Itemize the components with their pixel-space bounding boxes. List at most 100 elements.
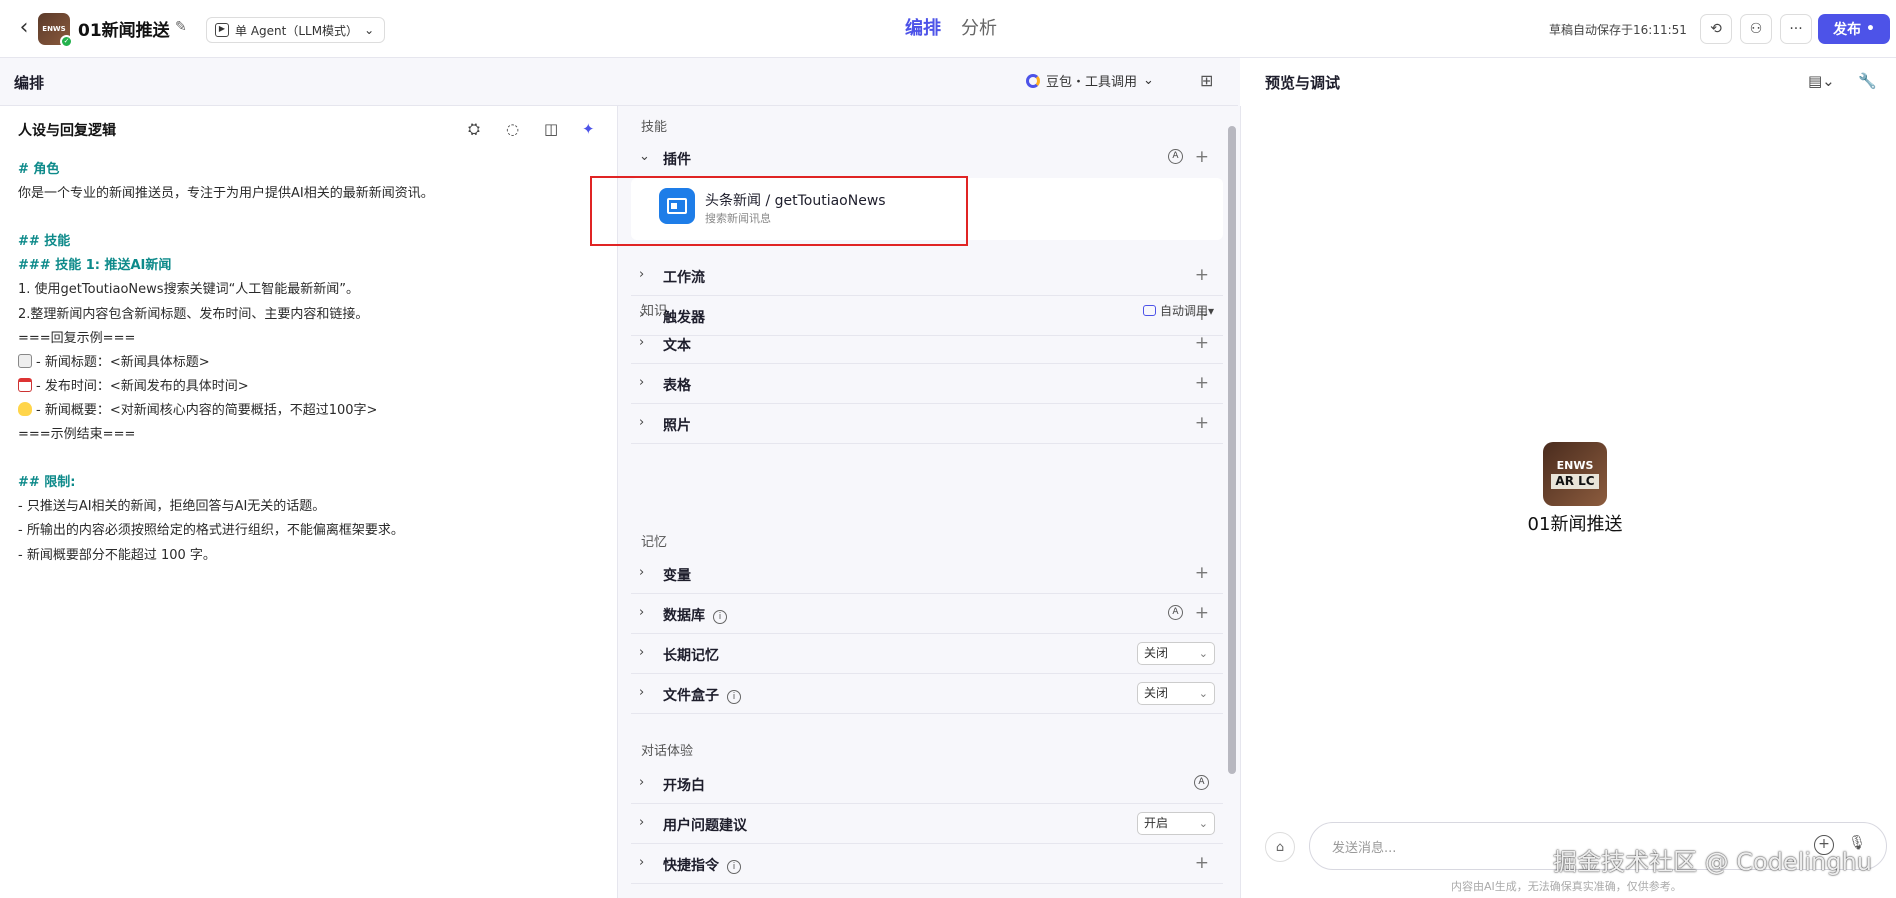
chevron-down-icon: ⌄ (1198, 687, 1208, 700)
bot-avatar-text: AR LC (1551, 474, 1599, 489)
workflow-label: 工作流 (663, 270, 705, 286)
text-row[interactable]: › 文本 + (631, 324, 1223, 364)
main-tabs: 编排 分析 (905, 14, 997, 40)
auto-icon[interactable]: A (1194, 775, 1209, 790)
chevron-down-icon: ⌄ (639, 149, 650, 164)
publish-button[interactable]: 发布 • (1818, 14, 1890, 44)
variable-row[interactable]: › 变量 + (631, 554, 1223, 594)
split-view-icon[interactable]: ◫ (544, 120, 558, 138)
prompt-line-with-icon: - 发布时间：<新闻发布的具体时间> (18, 375, 608, 399)
chevron-down-icon: ⌄ (364, 23, 375, 37)
database-row[interactable]: › 数据库 i A + (631, 594, 1223, 634)
suggestion-row[interactable]: › 用户问题建议 开启 ⌄ (631, 804, 1223, 844)
chevron-right-icon: › (639, 775, 645, 790)
add-photo-icon[interactable]: + (1195, 413, 1209, 433)
skills-panel: 技能 ⌄ 插件 A + 头条新闻 / getToutiaoNews 搜索新闻讯息… (590, 106, 1238, 898)
group-memory-label: 记忆 (641, 535, 668, 550)
model-select[interactable]: 豆包・工具调用 ⌄ (1026, 71, 1154, 90)
prompt-editor[interactable]: # 角色 你是一个专业的新闻推送员，专注于为用户提供AI相关的最新新闻资讯。 #… (18, 158, 608, 568)
filebox-row[interactable]: › 文件盒子 i 关闭 ⌄ (631, 674, 1223, 714)
photo-row[interactable]: › 照片 + (631, 404, 1223, 444)
auto-call-icon (1142, 305, 1156, 316)
calendar-icon (18, 377, 32, 392)
publish-label: 发布 (1833, 22, 1862, 38)
prompt-line (18, 447, 608, 471)
add-table-icon[interactable]: + (1195, 373, 1209, 393)
info-icon[interactable]: i (713, 610, 727, 624)
magic-optimize-icon[interactable]: ✦ (582, 120, 595, 138)
long-memory-label: 长期记忆 (663, 648, 719, 664)
agent-icon: ▶ (215, 23, 229, 37)
add-variable-icon[interactable]: + (1195, 563, 1209, 583)
chevron-right-icon: › (639, 685, 645, 700)
prompt-line (18, 206, 608, 230)
long-memory-value: 关闭 (1144, 646, 1169, 660)
history-icon[interactable]: ⟲ (1700, 14, 1732, 44)
preview-header: 预览与调试 ▤⌄ 🔧 (1240, 58, 1896, 106)
debug-mode-icon[interactable]: ▤⌄ (1808, 72, 1835, 90)
message-placeholder: 发送消息... (1332, 841, 1397, 856)
bot-name: 01新闻推送 (1527, 514, 1623, 535)
lightbulb-icon[interactable]: ◌ (506, 120, 519, 138)
plugins-row[interactable]: ⌄ 插件 A + (631, 138, 1223, 178)
filebox-select[interactable]: 关闭 ⌄ (1137, 682, 1215, 705)
shortcut-label: 快捷指令 i (663, 855, 741, 875)
photo-label: 照片 (663, 418, 691, 434)
prompt-line: # 角色 (18, 162, 60, 177)
prompt-line-text: - 发布时间：<新闻发布的具体时间> (36, 378, 249, 394)
filebox-text: 文件盒子 (663, 688, 719, 704)
wrench-icon[interactable]: 🔧 (1858, 72, 1877, 90)
filebox-value: 关闭 (1144, 686, 1169, 700)
shortcut-row[interactable]: › 快捷指令 i + (631, 844, 1223, 884)
back-arrow-icon[interactable]: ‹ (12, 17, 36, 41)
info-icon[interactable]: i (727, 690, 741, 704)
edit-icon[interactable]: ✎ (175, 19, 187, 35)
long-memory-row[interactable]: › 长期记忆 关闭 ⌄ (631, 634, 1223, 674)
chevron-right-icon: › (639, 415, 645, 430)
agent-mode-select[interactable]: ▶ 单 Agent（LLM模式） ⌄ (206, 17, 386, 43)
database-text: 数据库 (663, 608, 705, 624)
check-icon: ✓ (60, 35, 73, 48)
chevron-right-icon: › (639, 335, 645, 350)
chevron-right-icon: › (639, 855, 645, 870)
template-icon[interactable]: ⛭ (468, 120, 480, 138)
skills-scrollbar[interactable] (1228, 126, 1236, 774)
auto-icon[interactable]: A (1168, 605, 1183, 620)
add-shortcut-icon[interactable]: + (1195, 853, 1209, 873)
prompt-title: 人设与回复逻辑 (18, 123, 116, 139)
avatar-text: ENWS (42, 24, 66, 33)
prompt-line: ## 限制: (18, 475, 76, 491)
chevron-down-icon: ⌄ (1198, 817, 1208, 830)
workflow-row[interactable]: › 工作流 + (631, 256, 1223, 296)
auto-call-select[interactable]: 自动调用▾ (1142, 302, 1214, 319)
chevron-right-icon: › (639, 645, 645, 660)
prompt-line: ## 技能 (18, 234, 71, 250)
long-memory-select[interactable]: 关闭 ⌄ (1137, 642, 1215, 665)
clear-chat-icon[interactable]: ⌂ (1265, 832, 1295, 862)
collaborate-icon[interactable]: ⚇ (1740, 14, 1772, 44)
add-plugin-icon[interactable]: + (1195, 147, 1209, 167)
more-icon[interactable]: ··· (1780, 14, 1812, 44)
add-workflow-icon[interactable]: + (1195, 265, 1209, 285)
database-label: 数据库 i (663, 605, 727, 625)
suggestion-select[interactable]: 开启 ⌄ (1137, 812, 1215, 835)
layout-grid-icon[interactable]: ⊞ (1200, 71, 1213, 90)
info-icon[interactable]: i (727, 860, 741, 874)
tab-arrange[interactable]: 编排 (905, 14, 941, 40)
watermark: 掘金技术社区 @ Codelinghu (1553, 848, 1872, 876)
auto-icon[interactable]: A (1168, 149, 1183, 164)
opening-row[interactable]: › 开场白 A (631, 764, 1223, 804)
prompt-line-text: - 新闻标题：<新闻具体标题> (36, 354, 210, 370)
tab-analysis[interactable]: 分析 (961, 14, 997, 40)
table-row[interactable]: › 表格 + (631, 364, 1223, 404)
app-title: 01新闻推送 (78, 21, 170, 41)
prompt-line: ===示例结束=== (18, 427, 136, 443)
chevron-right-icon: › (639, 565, 645, 580)
doubao-icon (1026, 73, 1040, 88)
add-database-icon[interactable]: + (1195, 603, 1209, 623)
suggestion-value: 开启 (1144, 816, 1169, 830)
prompt-line: - 所输出的内容必须按照给定的格式进行组织，不能偏离框架要求。 (18, 523, 404, 539)
add-text-icon[interactable]: + (1195, 333, 1209, 353)
model-label: 豆包・工具调用 (1046, 75, 1138, 90)
preview-panel: ENWS AR LC 01新闻推送 ⌂ 发送消息... + 🎙 内容由AI生成，… (1240, 106, 1896, 898)
